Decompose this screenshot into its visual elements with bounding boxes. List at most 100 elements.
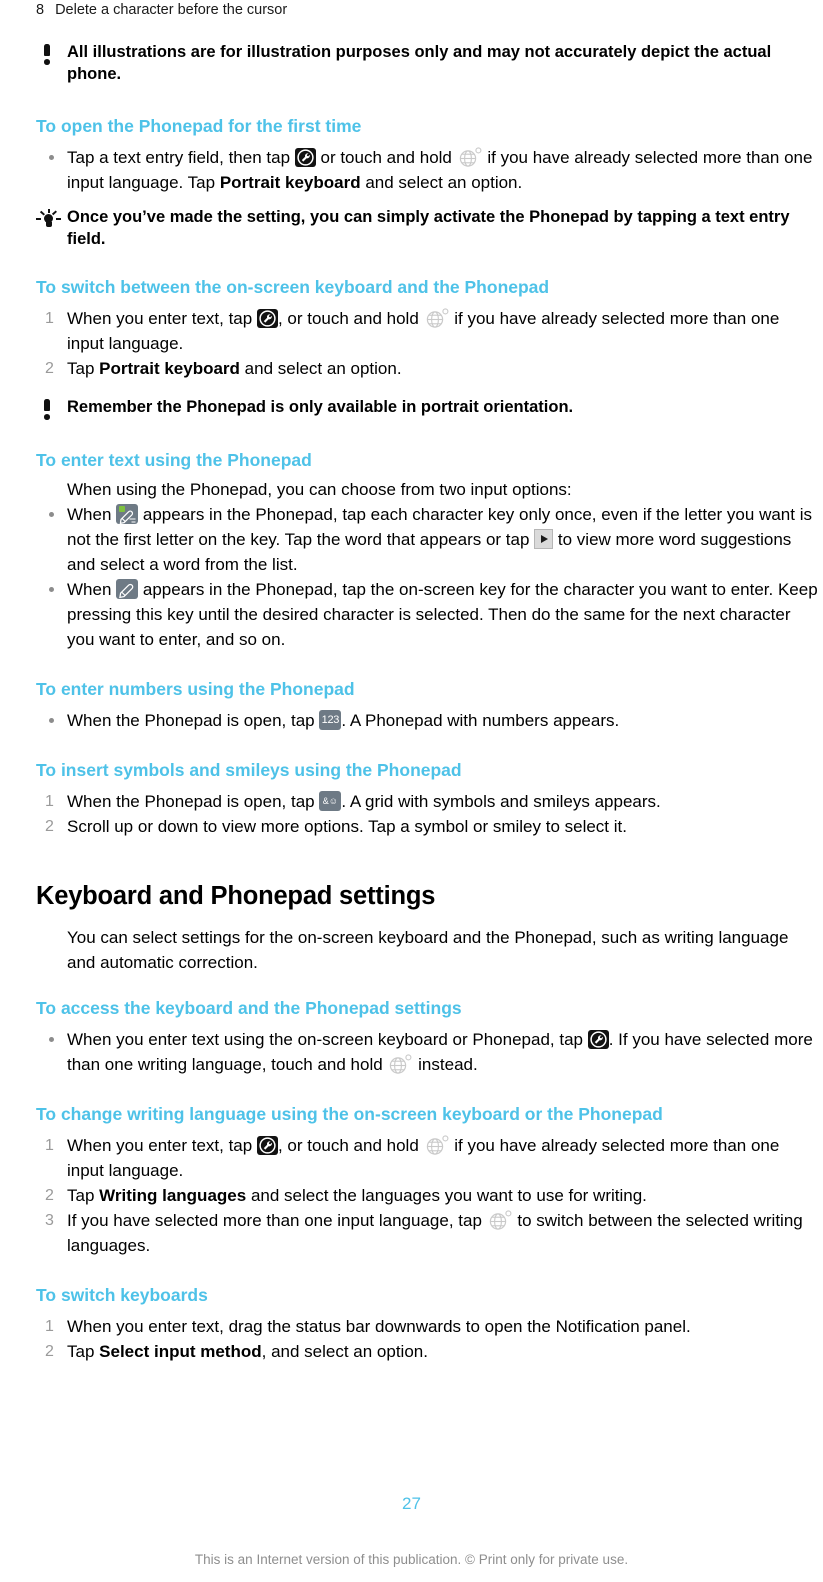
heading-enter-numbers: To enter numbers using the Phonepad: [36, 678, 355, 699]
step-number: 2: [45, 1186, 54, 1204]
step-number: 1: [45, 1317, 54, 1335]
pencil-multitap-key-icon: [116, 578, 139, 599]
globe-language-key-icon: [457, 146, 483, 168]
list-enter-text: When appears in the Phonepad, tap each c…: [36, 502, 818, 652]
step-text-a: Tap: [67, 1341, 95, 1361]
wrench-settings-key-icon: [256, 1135, 278, 1155]
bullet-text-c: instead.: [418, 1054, 478, 1074]
list-item: 2 Tap Portrait keyboard and select an op…: [36, 356, 818, 381]
list-item: 2 Tap Writing languages and select the l…: [36, 1183, 818, 1208]
bullet-text-a: When: [67, 504, 112, 524]
step-text-a: If you have selected more than one input…: [67, 1210, 482, 1230]
bullet-dot-icon: [49, 717, 54, 723]
symbols-key-label: &: [322, 795, 329, 806]
step-number: 2: [45, 360, 54, 377]
heading-access-settings: To access the keyboard and the Phonepad …: [36, 997, 462, 1018]
step-number: 2: [45, 1342, 54, 1360]
bullet-text-a: When you enter text using the on-screen …: [67, 1029, 583, 1049]
step-text-d: and select an option.: [365, 173, 523, 192]
globe-language-key-icon: [424, 307, 450, 329]
list-item: 1 When you enter text, tap , or touch an…: [36, 1133, 818, 1183]
running-header-number: 8: [36, 2, 45, 18]
list-item: 2 Tap Select input method, and select an…: [36, 1339, 818, 1364]
step-text-b: , and select an option.: [261, 1341, 428, 1361]
heading-keyboard-phonepad-settings: Keyboard and Phonepad settings: [36, 881, 436, 910]
lightbulb-tip-icon: [36, 209, 61, 236]
enter-text-intro: When using the Phonepad, you can choose …: [67, 479, 572, 499]
footer-copyright-note: This is an Internet version of this publ…: [194, 1552, 629, 1567]
step-text-a: When the Phonepad is open, tap: [67, 791, 315, 811]
globe-language-key-icon: [424, 1134, 450, 1156]
step-text-a: When you enter text, tap: [67, 1135, 253, 1155]
portrait-note-text: Remember the Phonepad is only available …: [67, 398, 574, 416]
tip-note-text: Once you’ve made the setting, you can si…: [67, 208, 790, 248]
bullet-text-a: When the Phonepad is open, tap: [67, 710, 315, 730]
list-item: 2 Scroll up or down to view more options…: [36, 814, 818, 839]
list-item: When the Phonepad is open, tap 123. A Ph…: [36, 708, 818, 733]
illustration-note: All illustrations are for illustration p…: [36, 42, 818, 85]
step-number: 2: [45, 817, 54, 835]
pencil-prediction-key-icon: [116, 503, 139, 524]
bullet-dot-icon: [49, 1036, 54, 1042]
right-arrow-key-icon: [534, 528, 554, 549]
symbols-smileys-key-icon: &☺: [319, 790, 342, 811]
list-open-phonepad: Tap a text entry field, then tap or touc…: [36, 145, 818, 195]
step-number: 1: [45, 310, 54, 327]
list-item: When appears in the Phonepad, tap the on…: [36, 577, 818, 652]
bullet-text-b: appears in the Phonepad, tap the on-scre…: [67, 579, 818, 649]
bullet-dot-icon: [49, 155, 54, 160]
list-switch-keyboards: 1 When you enter text, drag the status b…: [36, 1314, 818, 1364]
list-switch-keyboard: 1 When you enter text, tap , or touch an…: [36, 306, 818, 381]
globe-language-key-icon: [487, 1209, 513, 1231]
step-text-a: When you enter text, tap: [67, 309, 253, 328]
illustration-note-text: All illustrations are for illustration p…: [67, 43, 772, 83]
step-text-bold: Select input method: [99, 1341, 262, 1361]
step-text-bold: Portrait keyboard: [99, 359, 240, 378]
tip-note-phonepad: Once you’ve made the setting, you can si…: [36, 207, 818, 250]
bullet-dot-icon: [49, 586, 54, 592]
step-number: 1: [45, 1136, 54, 1154]
step-text: Scroll up or down to view more options. …: [67, 816, 627, 836]
step-text-a: Tap a text entry field, then tap: [67, 148, 291, 167]
list-item: 3 If you have selected more than one inp…: [36, 1208, 818, 1258]
heading-insert-symbols: To insert symbols and smileys using the …: [36, 759, 462, 780]
wrench-settings-key-icon: [587, 1029, 609, 1049]
step-text-a: Tap: [67, 1185, 95, 1205]
list-item: When you enter text using the on-screen …: [36, 1027, 818, 1077]
document-page: 8 Delete a character before the cursor Al…: [0, 0, 823, 1582]
bullet-dot-icon: [49, 511, 54, 517]
heading-open-phonepad: To open the Phonepad for the first time: [36, 116, 362, 136]
step-text-b: . A grid with symbols and smileys appear…: [341, 791, 661, 811]
keyboard-settings-intro: You can select settings for the on-scree…: [67, 927, 789, 972]
list-enter-numbers: When the Phonepad is open, tap 123. A Ph…: [36, 708, 818, 733]
list-item: Tap a text entry field, then tap or touc…: [36, 145, 818, 195]
portrait-orientation-note: Remember the Phonepad is only available …: [36, 397, 818, 420]
step-text-bold: Writing languages: [99, 1185, 247, 1205]
bullet-text-a: When: [67, 579, 112, 599]
step-text-b: and select the languages you want to use…: [250, 1185, 647, 1205]
list-item: 1 When you enter text, tap , or touch an…: [36, 306, 818, 356]
list-item: When appears in the Phonepad, tap each c…: [36, 502, 818, 577]
step-text-b: , or touch and hold: [277, 1135, 419, 1155]
exclamation-note-icon: [36, 44, 58, 69]
page-content: All illustrations are for illustration p…: [36, 42, 818, 1364]
step-text-b: , or touch and hold: [277, 309, 419, 328]
numbers-key-icon: 123: [319, 709, 342, 730]
exclamation-note-icon: [36, 399, 58, 424]
step-number: 1: [45, 792, 54, 810]
bullet-text-b: . A Phonepad with numbers appears.: [341, 710, 620, 730]
list-item: 1 When the Phonepad is open, tap &☺. A g…: [36, 789, 818, 814]
running-header: 8 Delete a character before the cursor: [36, 0, 287, 20]
heading-switch-keyboard-phonepad: To switch between the on-screen keyboard…: [36, 277, 550, 297]
step-text-b: and select an option.: [244, 359, 402, 378]
running-header-text: Delete a character before the cursor: [55, 2, 288, 18]
step-text-bold: Portrait keyboard: [219, 173, 361, 192]
list-item: 1 When you enter text, drag the status b…: [36, 1314, 818, 1339]
list-insert-symbols: 1 When the Phonepad is open, tap &☺. A g…: [36, 789, 818, 839]
heading-change-writing-language: To change writing language using the on-…: [36, 1103, 663, 1124]
step-text: When you enter text, drag the status bar…: [67, 1316, 691, 1336]
heading-switch-keyboards: To switch keyboards: [36, 1284, 208, 1305]
step-text-a: Tap: [67, 359, 95, 378]
step-text-b: or touch and hold: [320, 148, 452, 167]
page-number: 27: [402, 1494, 421, 1513]
